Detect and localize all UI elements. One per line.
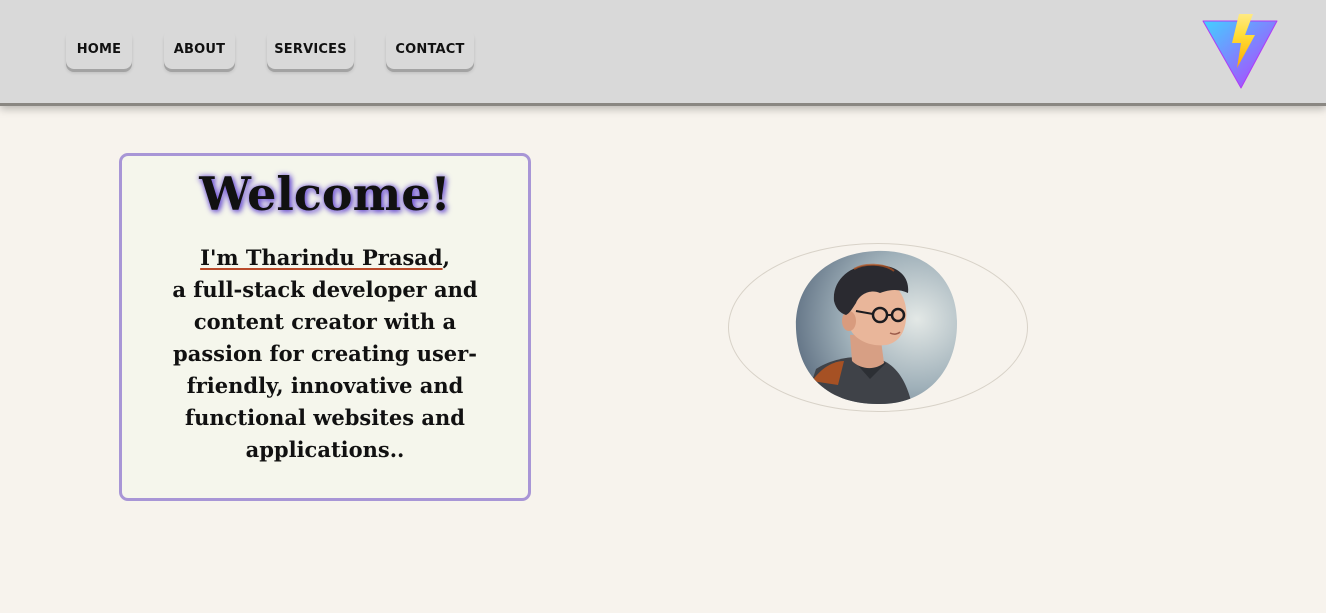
intro-text: I'm Tharindu Prasad, a full-stack develo…: [160, 242, 490, 466]
name-suffix: ,: [442, 245, 450, 270]
name-link[interactable]: I'm Tharindu Prasad: [200, 245, 442, 270]
intro-description: a full-stack developer and content creat…: [172, 277, 478, 462]
nav-home-button[interactable]: HOME: [66, 29, 132, 69]
welcome-title: Welcome!: [199, 167, 451, 221]
nav-contact-button[interactable]: CONTACT: [386, 29, 474, 69]
nav-about-button[interactable]: ABOUT: [164, 29, 235, 69]
nav-services-button[interactable]: SERVICES: [267, 29, 354, 69]
welcome-card: Welcome! I'm Tharindu Prasad, a full-sta…: [119, 153, 531, 501]
vite-logo-icon[interactable]: [1201, 13, 1279, 90]
profile-avatar-illustration: [795, 250, 958, 405]
navbar: HOME ABOUT SERVICES CONTACT: [0, 0, 1326, 103]
